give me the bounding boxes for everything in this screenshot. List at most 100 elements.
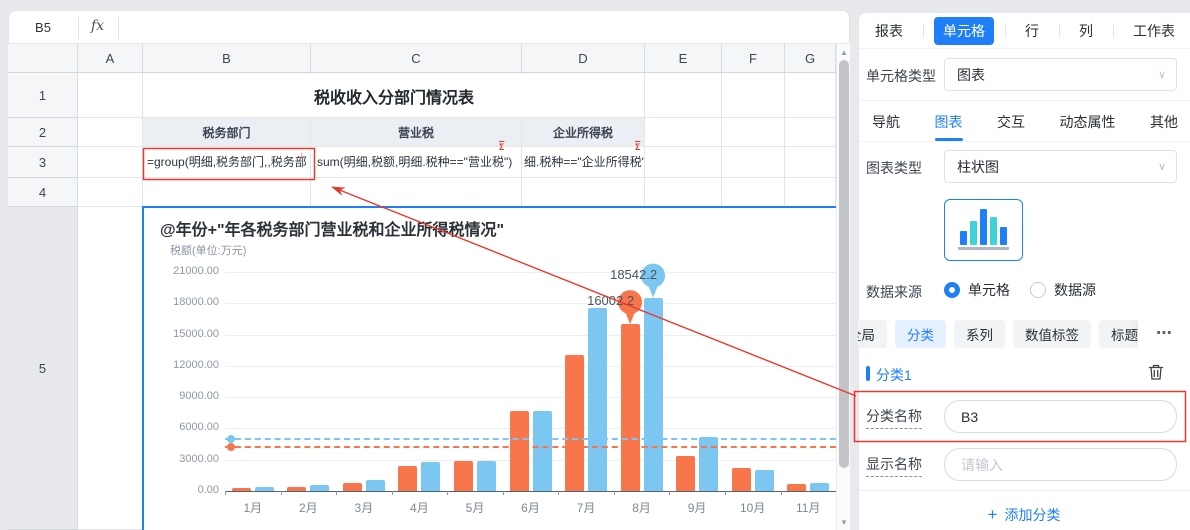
cell-B2[interactable]: 税务部门 [143, 118, 311, 147]
expand-down-marker: ↓ [299, 151, 304, 161]
panel-subtab-动态属性[interactable]: 动态属性 [1060, 112, 1116, 132]
section-accent-bar [866, 366, 870, 381]
cell-A1[interactable] [78, 73, 143, 118]
cell-F2[interactable] [722, 118, 785, 147]
cell-A4[interactable] [78, 178, 143, 207]
config-tab-数值标签[interactable]: 数值标签 [1013, 320, 1091, 348]
divider [1059, 24, 1060, 38]
chart-plot-area: 21000.0018000.0015000.0012000.009000.006… [144, 208, 836, 530]
column-header-F[interactable]: F [722, 44, 785, 73]
config-tab-分类[interactable]: 分类 [895, 320, 946, 348]
grid-corner-cell[interactable] [8, 44, 78, 73]
data-label-16002.2: 16002.2 [566, 293, 634, 308]
column-header-D[interactable]: D [522, 44, 645, 73]
chevron-down-icon: ∨ [1158, 160, 1166, 173]
panel-tab-报表[interactable]: 报表 [866, 17, 912, 45]
cell-D3[interactable]: 细.税种=="企业所得税") [522, 147, 645, 178]
cell-name-box[interactable]: B5 [8, 12, 78, 43]
panel-tab-单元格[interactable]: 单元格 [934, 17, 994, 45]
divider [118, 17, 119, 39]
panel-tabs: 报表单元格行列工作表 [866, 17, 1184, 44]
cell-F4[interactable] [722, 178, 785, 207]
display-name-input[interactable]: 请输入 [944, 448, 1177, 481]
divider [859, 100, 1190, 101]
delete-category-button[interactable] [1146, 362, 1166, 382]
column-header-G[interactable]: G [785, 44, 836, 73]
fx-icon: fx [91, 18, 104, 34]
cell-B4[interactable] [143, 178, 311, 207]
vertical-scrollbar[interactable]: ▲ ▼ [836, 44, 850, 530]
cell-G4[interactable] [785, 178, 836, 207]
column-header-C[interactable]: C [311, 44, 522, 73]
cell-G3[interactable] [785, 147, 836, 178]
data-label-18542.2: 18542.2 [589, 267, 657, 282]
divider [859, 141, 1190, 142]
panel-tab-行[interactable]: 行 [1016, 17, 1048, 45]
chart-type-select[interactable]: 柱状图 ∨ [944, 150, 1177, 183]
cell-E2[interactable] [645, 118, 722, 147]
cell-C4[interactable] [311, 178, 522, 207]
divider [1005, 24, 1006, 38]
cell-C2[interactable]: 营业税 [311, 118, 522, 147]
radio-option-数据源[interactable]: 数据源 [1030, 280, 1096, 300]
column-header-B[interactable]: B [143, 44, 311, 73]
row-header-1[interactable]: 1 [8, 73, 78, 118]
display-name-label: 显示名称 [866, 454, 922, 477]
divider [1113, 24, 1114, 38]
radio-icon[interactable] [944, 282, 960, 298]
divider [859, 490, 1190, 491]
cell-A2[interactable] [78, 118, 143, 147]
cell-F3[interactable] [722, 147, 785, 178]
cell-G1[interactable] [785, 73, 836, 118]
cell-G2[interactable] [785, 118, 836, 147]
row-header-3[interactable]: 3 [8, 147, 78, 178]
cell-D2[interactable]: 企业所得税 [522, 118, 645, 147]
cell-type-select[interactable]: 图表 ∨ [944, 58, 1177, 91]
radio-icon[interactable] [1030, 282, 1046, 298]
cell-E4[interactable] [645, 178, 722, 207]
radio-option-单元格[interactable]: 单元格 [944, 280, 1010, 300]
panel-subtab-导航[interactable]: 导航 [872, 112, 900, 132]
row-header-2[interactable]: 2 [8, 118, 78, 147]
config-tab-系列[interactable]: 系列 [954, 320, 1005, 348]
column-header-A[interactable]: A [78, 44, 143, 73]
radio-label: 数据源 [1054, 280, 1096, 300]
bar-chart-type-card[interactable] [944, 199, 1023, 261]
app-root: B5 fx ABCDEFG 12345 税务部门营业税企业所得税 =group(明细,… [0, 0, 1190, 530]
cell-b1-title[interactable]: 税收收入分部门情况表 [144, 74, 644, 117]
data-source-radios: 单元格 数据源 [944, 280, 1184, 300]
scroll-down-icon[interactable]: ▼ [837, 518, 851, 527]
chart-type-label: 图表类型 [866, 158, 922, 178]
panel-subtab-交互[interactable]: 交互 [997, 112, 1025, 132]
add-category-button[interactable]: + 添加分类 [858, 503, 1190, 527]
chart-type-value: 柱状图 [957, 157, 999, 177]
category-name-label: 分类名称 [866, 406, 922, 429]
panel-subtab-图表[interactable]: 图表 [935, 112, 963, 132]
cell-F1[interactable] [722, 73, 785, 118]
scroll-up-icon[interactable]: ▲ [837, 48, 851, 57]
column-header-E[interactable]: E [645, 44, 722, 73]
chevron-down-icon: ∨ [1158, 68, 1166, 81]
sum-marker-d3: Σ [635, 143, 640, 152]
cell-B3[interactable]: =group(明细,税务部门,,税务部 [143, 147, 311, 178]
panel-tab-工作表[interactable]: 工作表 [1124, 17, 1184, 45]
more-tabs-button[interactable]: ⋯ [1138, 318, 1190, 348]
divider [923, 24, 924, 38]
cell-D4[interactable] [522, 178, 645, 207]
row-header-4[interactable]: 4 [8, 178, 78, 207]
cell-A3[interactable] [78, 147, 143, 178]
config-tab-全局[interactable]: 全局 [858, 320, 887, 348]
category-name-value: B3 [961, 409, 978, 425]
category-name-input[interactable]: B3 [944, 400, 1177, 433]
formula-input[interactable] [122, 12, 836, 43]
scrollbar-thumb[interactable] [839, 60, 849, 468]
row-header-5[interactable]: 5 [8, 207, 78, 530]
cell-C3[interactable]: sum(明细,税额,明细.税种=="营业税") [311, 147, 522, 178]
cell-E3[interactable] [645, 147, 722, 178]
panel-tab-列[interactable]: 列 [1070, 17, 1102, 45]
cell-A5[interactable] [78, 207, 143, 530]
cell-E1[interactable] [645, 73, 722, 118]
chart-cell-b5[interactable]: @年份+"年各税务部门营业税和企业所得税情况" 税额(单位:万元) 21000.… [142, 206, 838, 530]
category-section-title: 分类1 [876, 365, 912, 385]
panel-subtab-其他[interactable]: 其他 [1150, 112, 1178, 132]
